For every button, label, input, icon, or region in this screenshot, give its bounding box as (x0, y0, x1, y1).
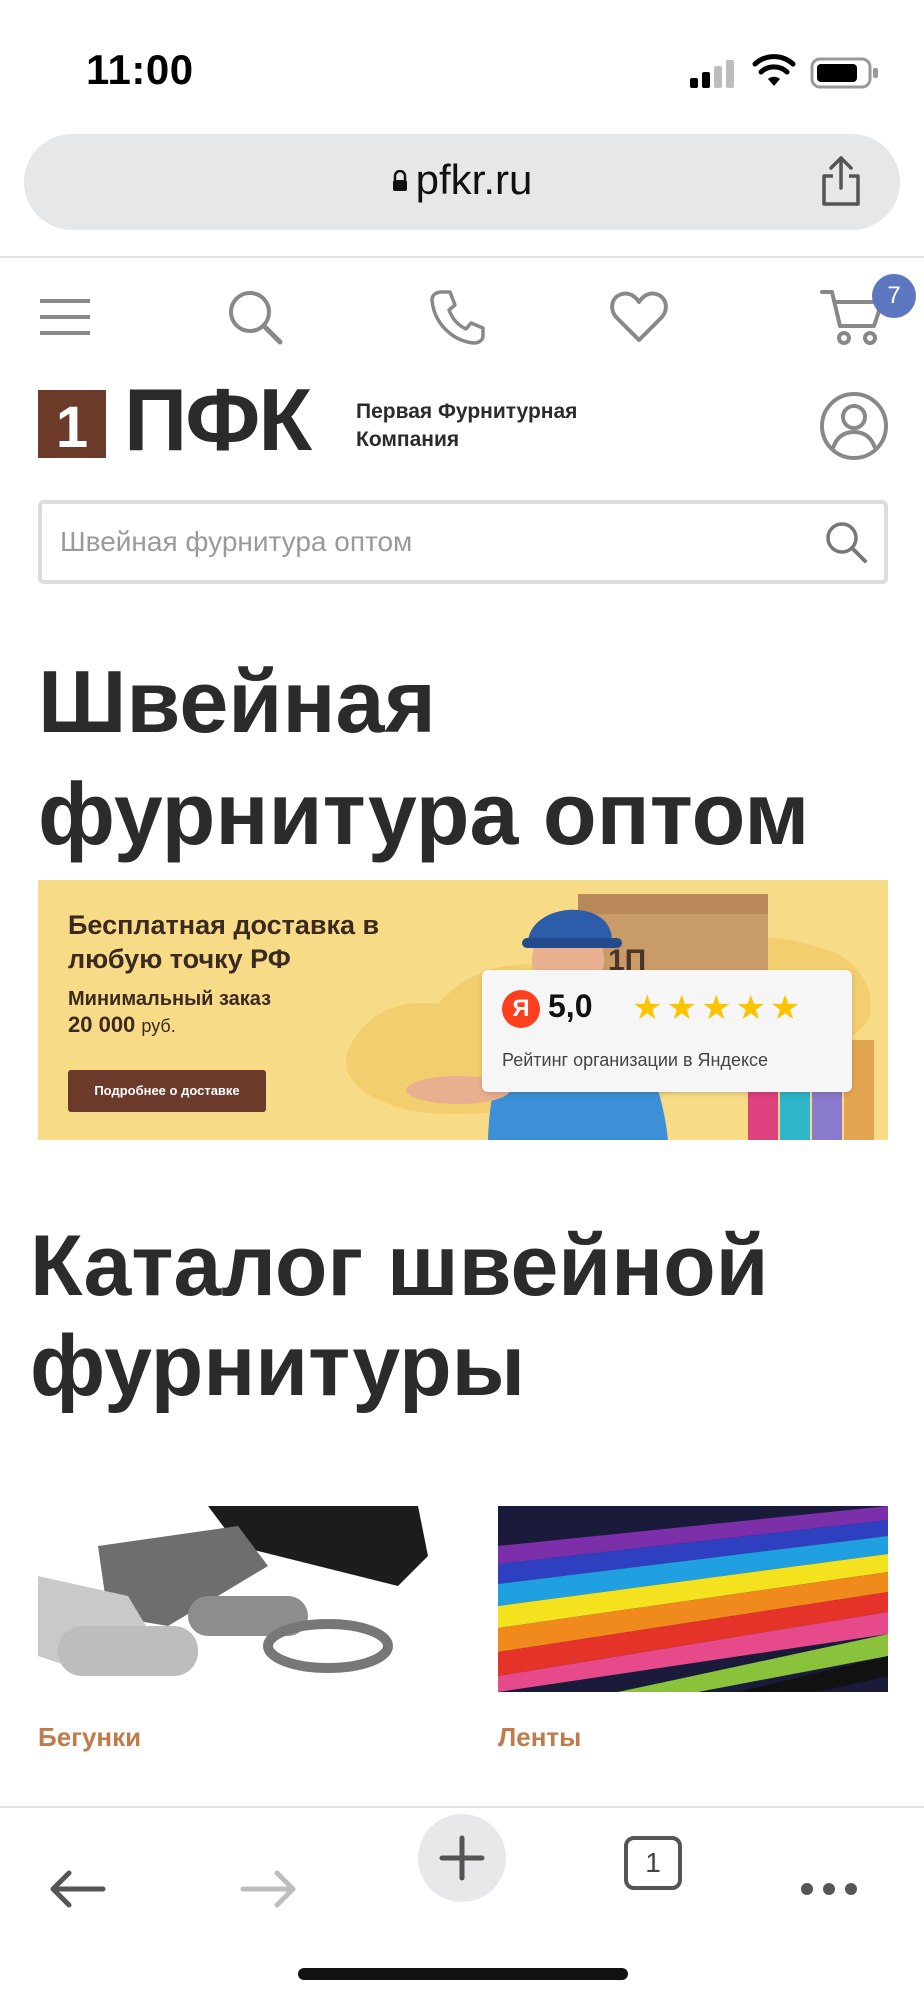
back-arrow-icon[interactable] (32, 1844, 122, 1934)
rating-stars-icon: ★★★★★ (632, 989, 805, 1027)
url-display[interactable]: pfkr.ru (24, 156, 900, 204)
home-indicator[interactable] (298, 1968, 628, 1980)
plus-icon (439, 1835, 485, 1881)
favorites-heart-icon[interactable] (604, 282, 674, 352)
phone-icon[interactable] (422, 282, 492, 352)
zipper-pulls-image[interactable] (38, 1506, 428, 1692)
user-account-icon[interactable] (818, 390, 890, 462)
search-submit-icon[interactable] (822, 518, 870, 566)
page-title: Швейная фурнитура оптом (38, 652, 810, 863)
signal-icon (690, 60, 734, 88)
min-order-value: 20 000 (68, 1012, 136, 1037)
ribbons-image[interactable] (498, 1506, 888, 1692)
forward-arrow-icon[interactable] (224, 1844, 314, 1934)
yandex-logo-icon: Я (502, 990, 540, 1028)
rating-caption: Рейтинг организации в Яндексе (502, 1050, 769, 1070)
new-tab-button[interactable] (418, 1814, 506, 1902)
logo-mark[interactable]: 1 (38, 390, 106, 460)
delivery-banner[interactable]: Бесплатная доставка в любую точку РФ Мин… (38, 880, 888, 1140)
more-menu-icon[interactable] (784, 1844, 874, 1934)
site-nav (0, 272, 924, 368)
menu-icon[interactable] (30, 282, 100, 352)
catalog-item-label[interactable]: Бегунки (38, 1722, 428, 1753)
catalog-item-label[interactable]: Ленты (498, 1722, 888, 1753)
status-time: 11:00 (86, 46, 194, 93)
lock-icon (392, 170, 407, 191)
logo-wordmark[interactable]: ПФК (124, 376, 312, 464)
min-order-currency: руб. (141, 1016, 176, 1036)
catalog-title: Каталог швейной фурнитуры (30, 1218, 769, 1414)
logo-mark-text: 1 (55, 395, 89, 460)
cart-count-badge: 7 (872, 274, 916, 318)
search-box (38, 500, 888, 584)
delivery-details-button[interactable]: Подробнее о доставке (68, 1070, 266, 1112)
share-icon[interactable] (818, 154, 864, 208)
tabs-button[interactable]: 1 (624, 1836, 682, 1890)
catalog-item-zipper-pulls[interactable]: Бегунки (38, 1506, 428, 1753)
logo-tagline: Первая Фурнитурная Компания (356, 400, 578, 451)
yandex-rating-card[interactable]: Я 5,0 ★★★★★ Рейтинг организации в Яндекс… (482, 970, 852, 1092)
divider (0, 256, 924, 258)
address-bar[interactable]: pfkr.ru (24, 134, 900, 230)
rating-value: 5,0 (548, 988, 593, 1024)
catalog-item-ribbons[interactable]: Ленты (498, 1506, 888, 1753)
search-icon[interactable] (220, 282, 290, 352)
wifi-icon (752, 54, 796, 86)
search-input[interactable] (60, 504, 800, 580)
battery-icon (810, 57, 878, 89)
min-order-label: Минимальный заказ (68, 988, 272, 1010)
url-text: pfkr.ru (415, 156, 533, 203)
status-bar: 11:00 (0, 0, 924, 120)
min-order-amount: 20 000 руб. (68, 1012, 176, 1038)
